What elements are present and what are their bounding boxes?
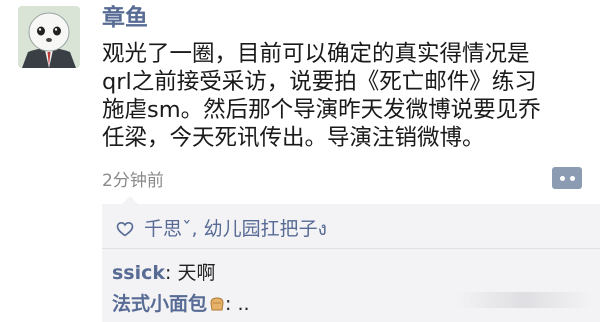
post-line: 任梁，今天死讯传出。导演注销微博。 [102, 125, 485, 151]
bread-emoji-icon [210, 297, 224, 311]
cartoon-face-avatar-icon [18, 6, 80, 68]
comment-author[interactable]: 法式小面包 [112, 293, 207, 315]
post-line: qrl之前接受采访，说要拍《死亡邮件》练习 [102, 69, 537, 95]
heart-outline-icon [116, 221, 134, 237]
watermark [456, 292, 592, 308]
comment-area-caret [122, 196, 138, 204]
dot [569, 175, 575, 181]
comment-item[interactable]: ssick: 天啊 [112, 258, 216, 285]
comment-text: .. [237, 293, 250, 315]
comment-separator: : [225, 293, 238, 315]
avatar[interactable] [18, 6, 80, 68]
moment-post: 章鱼 观光了一圈，目前可以确定的真实得情况是 qrl之前接受采访，说要拍《死亡邮… [0, 0, 600, 322]
post-line: 观光了一圈，目前可以确定的真实得情况是 [102, 41, 530, 67]
post-line: 施虐sm。然后那个导演昨天发微博说要见乔 [102, 97, 541, 123]
post-author[interactable]: 章鱼 [102, 4, 148, 32]
post-content: 观光了一圈，目前可以确定的真实得情况是 qrl之前接受采访，说要拍《死亡邮件》练… [102, 40, 592, 152]
more-dots-icon[interactable] [552, 167, 582, 189]
likes-names[interactable]: 千思ˇ, 幼儿园扛把子ง [144, 214, 327, 244]
comment-item[interactable]: 法式小面包 : .. [112, 289, 250, 316]
comment-separator: : [165, 262, 178, 284]
divider [102, 248, 600, 249]
likes-row: 千思ˇ, 幼儿园扛把子ง [116, 214, 327, 244]
dot [559, 175, 565, 181]
post-time: 2分钟前 [102, 171, 164, 191]
comment-author[interactable]: ssick [112, 262, 165, 284]
comment-text: 天啊 [177, 262, 216, 284]
